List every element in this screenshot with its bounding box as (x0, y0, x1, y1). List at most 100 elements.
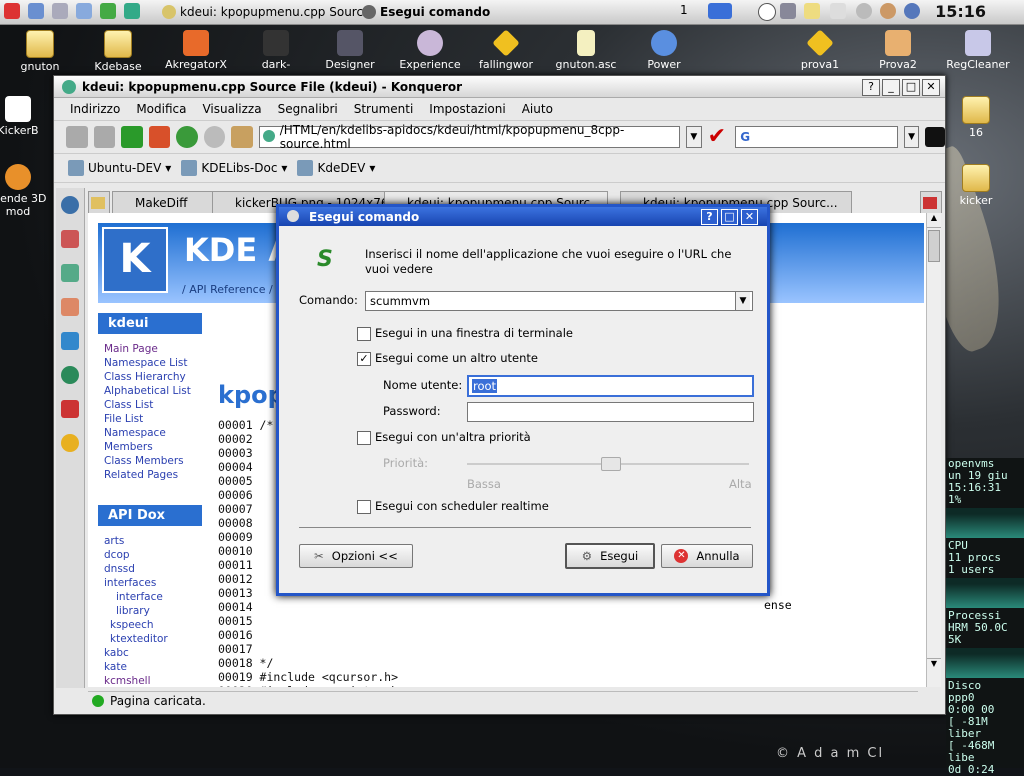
nav-link[interactable]: arts (98, 534, 202, 548)
scroll-down-arrow[interactable]: ▼ (927, 658, 941, 673)
password-input[interactable] (467, 402, 754, 422)
desktop-icon-kdebase[interactable]: Kdebase (78, 30, 158, 73)
network-icon[interactable] (780, 3, 796, 19)
info-icon[interactable] (758, 3, 776, 21)
nav-link[interactable]: interfaces (98, 576, 202, 590)
desktop-icon-kickerb[interactable]: KickerB (0, 96, 58, 137)
nav-link[interactable]: interface (98, 590, 202, 604)
konqueror-titlebar[interactable]: kdeui: kpopupmenu.cpp Source File (kdeui… (54, 76, 945, 98)
weather-icon[interactable] (880, 3, 896, 19)
stop-icon[interactable] (203, 126, 226, 148)
nav-link[interactable]: File List (98, 412, 202, 426)
dialog-maximize-button[interactable]: □ (721, 209, 738, 225)
nav-link[interactable]: Related Pages (98, 468, 202, 482)
kmenu-icon[interactable] (4, 3, 20, 19)
vertical-scrollbar[interactable]: ▲ ▼ (926, 213, 941, 687)
nav-link[interactable]: library (98, 604, 202, 618)
nav-link[interactable]: kcmshell (98, 674, 202, 687)
username-input[interactable]: root (467, 375, 754, 397)
desktop-icon-blender[interactable]: Blende 3D mod (0, 164, 58, 218)
sidebar-root-icon[interactable] (61, 434, 79, 452)
settings-icon[interactable] (124, 3, 140, 19)
menu-modifica[interactable]: Modifica (128, 102, 194, 116)
other-user-checkbox[interactable]: ✓ (357, 352, 371, 366)
bookmark-kdelibs-doc[interactable]: KDELibs-Doc ▾ (181, 160, 287, 176)
nav-link[interactable]: Class List (98, 398, 202, 412)
globe-icon[interactable] (904, 3, 920, 19)
nav-link[interactable]: kspeech (98, 618, 202, 632)
nav-link[interactable]: kabc (98, 646, 202, 660)
new-tab-button[interactable] (88, 191, 110, 213)
clock[interactable]: 15:16 (935, 2, 986, 21)
menu-segnalibri[interactable]: Segnalibri (270, 102, 346, 116)
nav-link[interactable]: dnssd (98, 562, 202, 576)
priority-slider-handle[interactable] (601, 457, 621, 471)
nav-link[interactable]: dcop (98, 548, 202, 562)
nav-link[interactable]: Class Members (98, 454, 202, 468)
nav-link[interactable]: Members (98, 440, 202, 454)
command-combobox[interactable]: scummvm (365, 291, 753, 311)
scroll-thumb[interactable] (928, 230, 940, 262)
desktop-icon-kicker[interactable]: kicker (936, 164, 1016, 207)
clipboard-icon[interactable] (830, 3, 846, 19)
sidebar-history-icon[interactable] (61, 264, 79, 282)
dialog-help-button[interactable]: ? (701, 209, 718, 225)
realtime-checkbox[interactable] (357, 500, 371, 514)
desktop-icon-fallingwor[interactable]: fallingwor (466, 29, 546, 71)
home-icon[interactable] (52, 3, 68, 19)
nav-link[interactable]: Alphabetical List (98, 384, 202, 398)
nav-link[interactable]: Namespace (98, 426, 202, 440)
nav-link[interactable]: Namespace List (98, 356, 202, 370)
minimize-button[interactable]: _ (882, 79, 900, 96)
dialog-close-button[interactable]: ✕ (741, 209, 758, 225)
search-dropdown-button[interactable]: ▼ (903, 126, 920, 148)
sidebar-services-icon[interactable] (61, 400, 79, 418)
nav-link[interactable]: kate (98, 660, 202, 674)
close-button[interactable]: ✕ (922, 79, 940, 96)
bookmark-ubuntu-dev[interactable]: Ubuntu-DEV ▾ (68, 160, 171, 176)
desktop-icon-regcleaner[interactable]: RegCleaner (938, 30, 1018, 71)
desktop-icon-experience[interactable]: Experience (390, 30, 470, 71)
location-input[interactable]: /HTML/en/kdelibs-apidocs/kdeui/html/kpop… (258, 123, 680, 151)
help-button[interactable]: ? (862, 79, 880, 96)
desktop-icon-prova1[interactable]: prova1 (780, 29, 860, 71)
task-konqueror[interactable]: kdeui: kpopupmenu.cpp Source (158, 2, 374, 21)
menu-impostazioni[interactable]: Impostazioni (421, 102, 513, 116)
desktop-icon-gnuton[interactable]: gnuton (0, 30, 80, 73)
options-button[interactable]: ✂ Opzioni << (299, 544, 413, 568)
browser-icon[interactable] (100, 3, 116, 19)
scroll-up-arrow[interactable]: ▲ (927, 213, 941, 228)
sidebar-home-icon[interactable] (61, 298, 79, 316)
notes-icon[interactable] (804, 3, 820, 19)
nav-link[interactable]: Main Page (98, 342, 202, 356)
bookmark-kdedev[interactable]: KdeDEV ▾ (297, 160, 375, 176)
desktop-icon-dark[interactable]: dark- (236, 30, 316, 71)
clear-location-icon[interactable] (231, 126, 253, 148)
go-checkmark-icon[interactable]: ✔ (708, 126, 730, 148)
sidebar-network-icon[interactable] (61, 196, 79, 214)
home-icon[interactable] (148, 126, 171, 148)
reload-icon[interactable] (176, 126, 198, 148)
desktop-icon-akregator[interactable]: AkregatorX (156, 30, 236, 71)
location-dropdown-button[interactable]: ▼ (685, 126, 702, 148)
command-dropdown-arrow[interactable]: ▼ (735, 292, 750, 310)
search-input[interactable]: G (735, 126, 898, 148)
nav-link[interactable]: ktexteditor (98, 632, 202, 646)
dialog-titlebar[interactable]: Esegui comando ? □ ✕ (279, 207, 767, 226)
nav-link[interactable]: Class Hierarchy (98, 370, 202, 384)
show-desktop-icon[interactable] (28, 3, 44, 19)
menu-strumenti[interactable]: Strumenti (346, 102, 422, 116)
cancel-button[interactable]: ✕ Annulla (661, 544, 753, 568)
menu-indirizzo[interactable]: Indirizzo (62, 102, 128, 116)
konsole-icon[interactable] (76, 3, 92, 19)
menu-aiuto[interactable]: Aiuto (514, 102, 561, 116)
close-tab-button[interactable] (920, 191, 942, 213)
desktop-icon-gnuton-asc[interactable]: gnuton.asc (546, 30, 626, 71)
menu-visualizza[interactable]: Visualizza (194, 102, 269, 116)
desktop-pager[interactable]: 1 (680, 3, 688, 17)
task-run-command[interactable]: Esegui comando (358, 2, 494, 21)
priority-checkbox[interactable] (357, 431, 371, 445)
terminal-checkbox[interactable] (357, 327, 371, 341)
sidebar-bookmarks-icon[interactable] (61, 230, 79, 248)
forward-icon[interactable] (93, 126, 116, 148)
